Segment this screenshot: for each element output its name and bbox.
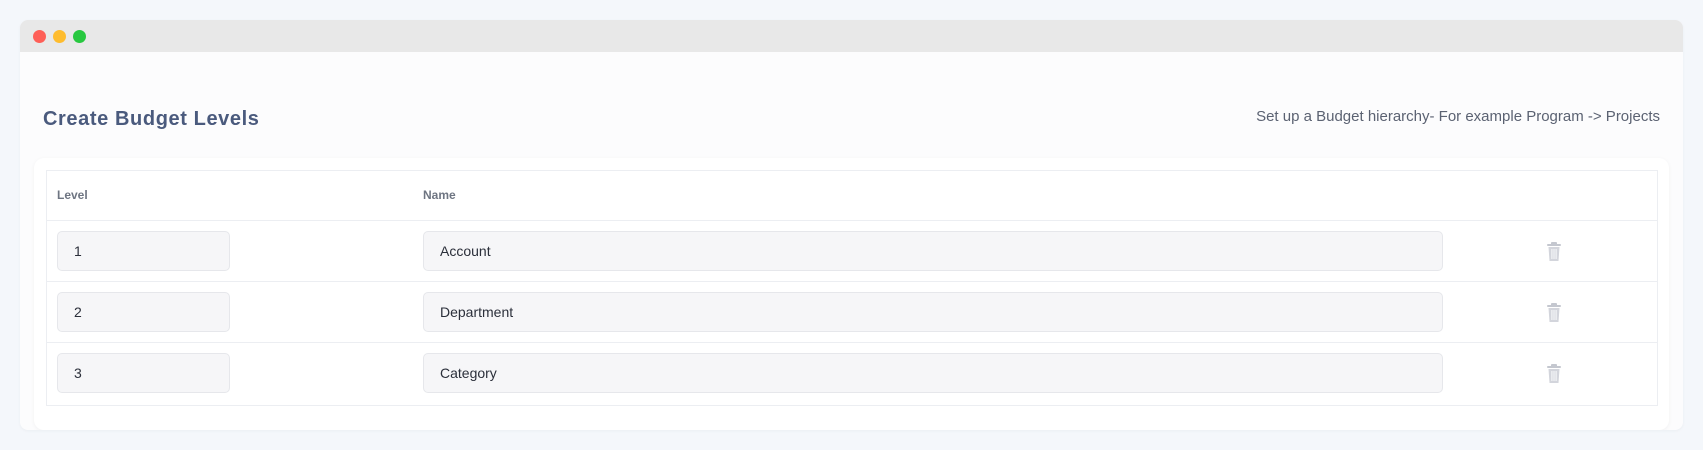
name-input[interactable]: Department	[423, 292, 1443, 332]
table-header: Level Name	[47, 171, 1657, 221]
level-input[interactable]: 1	[57, 231, 230, 271]
table-row: 3 Category	[47, 343, 1657, 404]
name-input[interactable]: Category	[423, 353, 1443, 393]
maximize-window-button[interactable]	[73, 30, 86, 43]
table-row: 1 Account	[47, 221, 1657, 282]
close-window-button[interactable]	[33, 30, 46, 43]
page-hint: Set up a Budget hierarchy- For example P…	[1256, 108, 1660, 125]
app-window: Create Budget Levels Set up a Budget hie…	[20, 20, 1683, 430]
trash-icon[interactable]	[1545, 364, 1563, 384]
window-titlebar	[20, 20, 1683, 52]
name-input[interactable]: Account	[423, 231, 1443, 271]
page-title: Create Budget Levels	[43, 108, 260, 130]
level-input[interactable]: 3	[57, 353, 230, 393]
level-input[interactable]: 2	[57, 292, 230, 332]
trash-icon[interactable]	[1545, 242, 1563, 262]
table-row: 2 Department	[47, 282, 1657, 343]
minimize-window-button[interactable]	[53, 30, 66, 43]
trash-icon[interactable]	[1545, 303, 1563, 323]
budget-levels-table: Level Name 1 Account 2 Department 3 Cate…	[46, 170, 1658, 406]
budget-levels-card: Level Name 1 Account 2 Department 3 Cate…	[34, 158, 1669, 430]
column-header-level: Level	[57, 188, 88, 202]
column-header-name: Name	[423, 188, 456, 202]
